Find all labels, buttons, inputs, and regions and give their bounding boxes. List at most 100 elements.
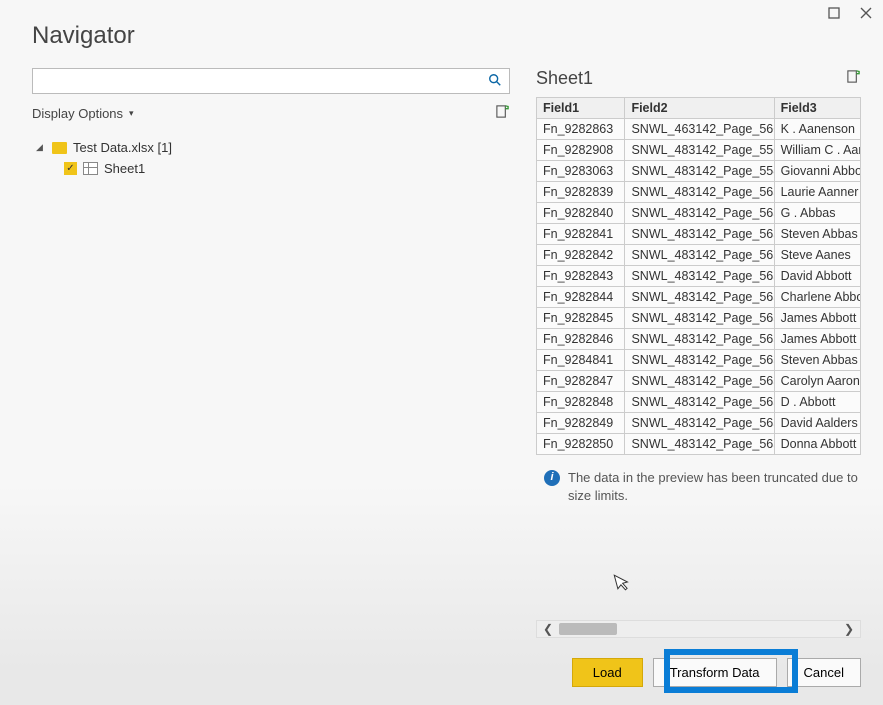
table-cell: Donna Abbott bbox=[774, 434, 860, 455]
column-header[interactable]: Field1 bbox=[537, 98, 625, 119]
table-cell: K . Aanenson bbox=[774, 119, 860, 140]
table-cell: SNWL_483142_Page_5658 bbox=[625, 224, 774, 245]
tree-sheet-node[interactable]: ✓ Sheet1 bbox=[32, 158, 510, 179]
scroll-track[interactable] bbox=[559, 621, 838, 637]
chevron-down-icon: ▾ bbox=[129, 108, 134, 119]
column-header[interactable]: Field2 bbox=[625, 98, 774, 119]
table-cell: Steve Aanes bbox=[774, 245, 860, 266]
table-row[interactable]: Fn_9282843SNWL_483142_Page_5658David Abb… bbox=[537, 266, 861, 287]
table-cell: Charlene Abbo bbox=[774, 287, 860, 308]
refresh-icon[interactable] bbox=[495, 104, 510, 123]
table-cell: SNWL_483142_Page_5567 bbox=[625, 140, 774, 161]
table-row[interactable]: Fn_9282840SNWL_483142_Page_5658G . Abbas bbox=[537, 203, 861, 224]
table-cell: Fn_9282843 bbox=[537, 266, 625, 287]
preview-pane: Sheet1 Field1Field2Field3 Fn_9282863SNWL… bbox=[536, 68, 861, 638]
table-cell: James Abbott bbox=[774, 329, 860, 350]
table-cell: SNWL_483142_Page_5659 bbox=[625, 392, 774, 413]
table-cell: Fn_9282844 bbox=[537, 287, 625, 308]
table-row[interactable]: Fn_9282849SNWL_483142_Page_5659David Aal… bbox=[537, 413, 861, 434]
table-cell: Steven Abbas bbox=[774, 224, 860, 245]
load-button[interactable]: Load bbox=[572, 658, 643, 687]
table-cell: Fn_9282839 bbox=[537, 182, 625, 203]
table-cell: Fn_9282850 bbox=[537, 434, 625, 455]
table-cell: SNWL_483142_Page_5658 bbox=[625, 245, 774, 266]
table-cell: SNWL_483142_Page_5658 bbox=[625, 182, 774, 203]
table-cell: Fn_9282842 bbox=[537, 245, 625, 266]
table-cell: Fn_9282908 bbox=[537, 140, 625, 161]
table-cell: Fn_9282840 bbox=[537, 203, 625, 224]
window-maximize-icon[interactable] bbox=[825, 4, 843, 22]
table-cell: D . Abbott bbox=[774, 392, 860, 413]
display-options-dropdown[interactable]: Display Options ▾ bbox=[32, 106, 134, 121]
info-icon: i bbox=[544, 470, 560, 486]
cancel-button[interactable]: Cancel bbox=[787, 658, 861, 687]
table-icon bbox=[83, 162, 98, 175]
table-cell: SNWL_483142_Page_5658 bbox=[625, 350, 774, 371]
table-cell: Fn_9284841 bbox=[537, 350, 625, 371]
scroll-left-icon[interactable]: ❮ bbox=[537, 622, 559, 636]
table-cell: SNWL_483142_Page_5658 bbox=[625, 266, 774, 287]
scroll-right-icon[interactable]: ❯ bbox=[838, 622, 860, 636]
table-cell: Steven Abbas bbox=[774, 350, 860, 371]
table-cell: SNWL_483142_Page_5659 bbox=[625, 413, 774, 434]
table-cell: Fn_9282847 bbox=[537, 371, 625, 392]
table-cell: SNWL_483142_Page_5588 bbox=[625, 161, 774, 182]
table-cell: David Abbott bbox=[774, 266, 860, 287]
scroll-thumb[interactable] bbox=[559, 623, 617, 635]
expand-icon[interactable]: ◢ bbox=[36, 142, 46, 153]
search-box[interactable] bbox=[32, 68, 510, 94]
table-cell: Giovanni Abbo bbox=[774, 161, 860, 182]
table-row[interactable]: Fn_9282850SNWL_483142_Page_5659Donna Abb… bbox=[537, 434, 861, 455]
table-row[interactable]: Fn_9282844SNWL_483142_Page_5658Charlene … bbox=[537, 287, 861, 308]
table-row[interactable]: Fn_9283063SNWL_483142_Page_5588Giovanni … bbox=[537, 161, 861, 182]
table-row[interactable]: Fn_9282841SNWL_483142_Page_5658Steven Ab… bbox=[537, 224, 861, 245]
table-cell: Fn_9283063 bbox=[537, 161, 625, 182]
tree-file-node[interactable]: ◢ Test Data.xlsx [1] bbox=[32, 137, 510, 158]
table-cell: David Aalders bbox=[774, 413, 860, 434]
refresh-preview-icon[interactable] bbox=[846, 69, 861, 88]
navigator-tree-pane: Display Options ▾ ◢ Test Data.xlsx [1] ✓… bbox=[32, 68, 510, 638]
tree-sheet-label: Sheet1 bbox=[104, 161, 145, 176]
table-cell: Carolyn Aaron bbox=[774, 371, 860, 392]
table-cell: SNWL_483142_Page_5658 bbox=[625, 203, 774, 224]
page-title: Navigator bbox=[0, 0, 883, 68]
display-options-label: Display Options bbox=[32, 106, 123, 121]
table-row[interactable]: Fn_9282908SNWL_483142_Page_5567William C… bbox=[537, 140, 861, 161]
table-cell: Fn_9282863 bbox=[537, 119, 625, 140]
tree-file-label: Test Data.xlsx [1] bbox=[73, 140, 172, 155]
checkbox-checked-icon[interactable]: ✓ bbox=[64, 162, 77, 175]
table-cell: SNWL_483142_Page_5659 bbox=[625, 434, 774, 455]
truncation-message: The data in the preview has been truncat… bbox=[568, 469, 861, 505]
table-cell: Fn_9282845 bbox=[537, 308, 625, 329]
table-row[interactable]: Fn_9282846SNWL_483142_Page_5658James Abb… bbox=[537, 329, 861, 350]
table-cell: Fn_9282841 bbox=[537, 224, 625, 245]
search-icon[interactable] bbox=[481, 73, 509, 90]
horizontal-scrollbar[interactable]: ❮ ❯ bbox=[536, 620, 861, 638]
table-cell: SNWL_483142_Page_5658 bbox=[625, 287, 774, 308]
table-row[interactable]: Fn_9282842SNWL_483142_Page_5658Steve Aan… bbox=[537, 245, 861, 266]
table-row[interactable]: Fn_9282839SNWL_483142_Page_5658Laurie Aa… bbox=[537, 182, 861, 203]
table-cell: SNWL_483142_Page_5659 bbox=[625, 371, 774, 392]
table-cell: SNWL_483142_Page_5658 bbox=[625, 308, 774, 329]
table-cell: Laurie Aanner bbox=[774, 182, 860, 203]
table-row[interactable]: Fn_9282848SNWL_483142_Page_5659D . Abbot… bbox=[537, 392, 861, 413]
table-cell: William C . Aar bbox=[774, 140, 860, 161]
table-cell: Fn_9282848 bbox=[537, 392, 625, 413]
table-cell: James Abbott bbox=[774, 308, 860, 329]
table-cell: G . Abbas bbox=[774, 203, 860, 224]
table-row[interactable]: Fn_9284841SNWL_483142_Page_5658Steven Ab… bbox=[537, 350, 861, 371]
table-row[interactable]: Fn_9282845SNWL_483142_Page_5658James Abb… bbox=[537, 308, 861, 329]
table-cell: SNWL_483142_Page_5658 bbox=[625, 329, 774, 350]
window-close-icon[interactable] bbox=[857, 4, 875, 22]
search-input[interactable] bbox=[33, 71, 481, 92]
preview-title: Sheet1 bbox=[536, 68, 593, 89]
column-header[interactable]: Field3 bbox=[774, 98, 860, 119]
table-cell: Fn_9282846 bbox=[537, 329, 625, 350]
preview-table: Field1Field2Field3 Fn_9282863SNWL_463142… bbox=[536, 97, 861, 455]
folder-icon bbox=[52, 142, 67, 154]
table-row[interactable]: Fn_9282863SNWL_463142_Page_5661K . Aanen… bbox=[537, 119, 861, 140]
table-row[interactable]: Fn_9282847SNWL_483142_Page_5659Carolyn A… bbox=[537, 371, 861, 392]
table-cell: Fn_9282849 bbox=[537, 413, 625, 434]
table-cell: SNWL_463142_Page_5661 bbox=[625, 119, 774, 140]
transform-data-button[interactable]: Transform Data bbox=[653, 658, 777, 687]
